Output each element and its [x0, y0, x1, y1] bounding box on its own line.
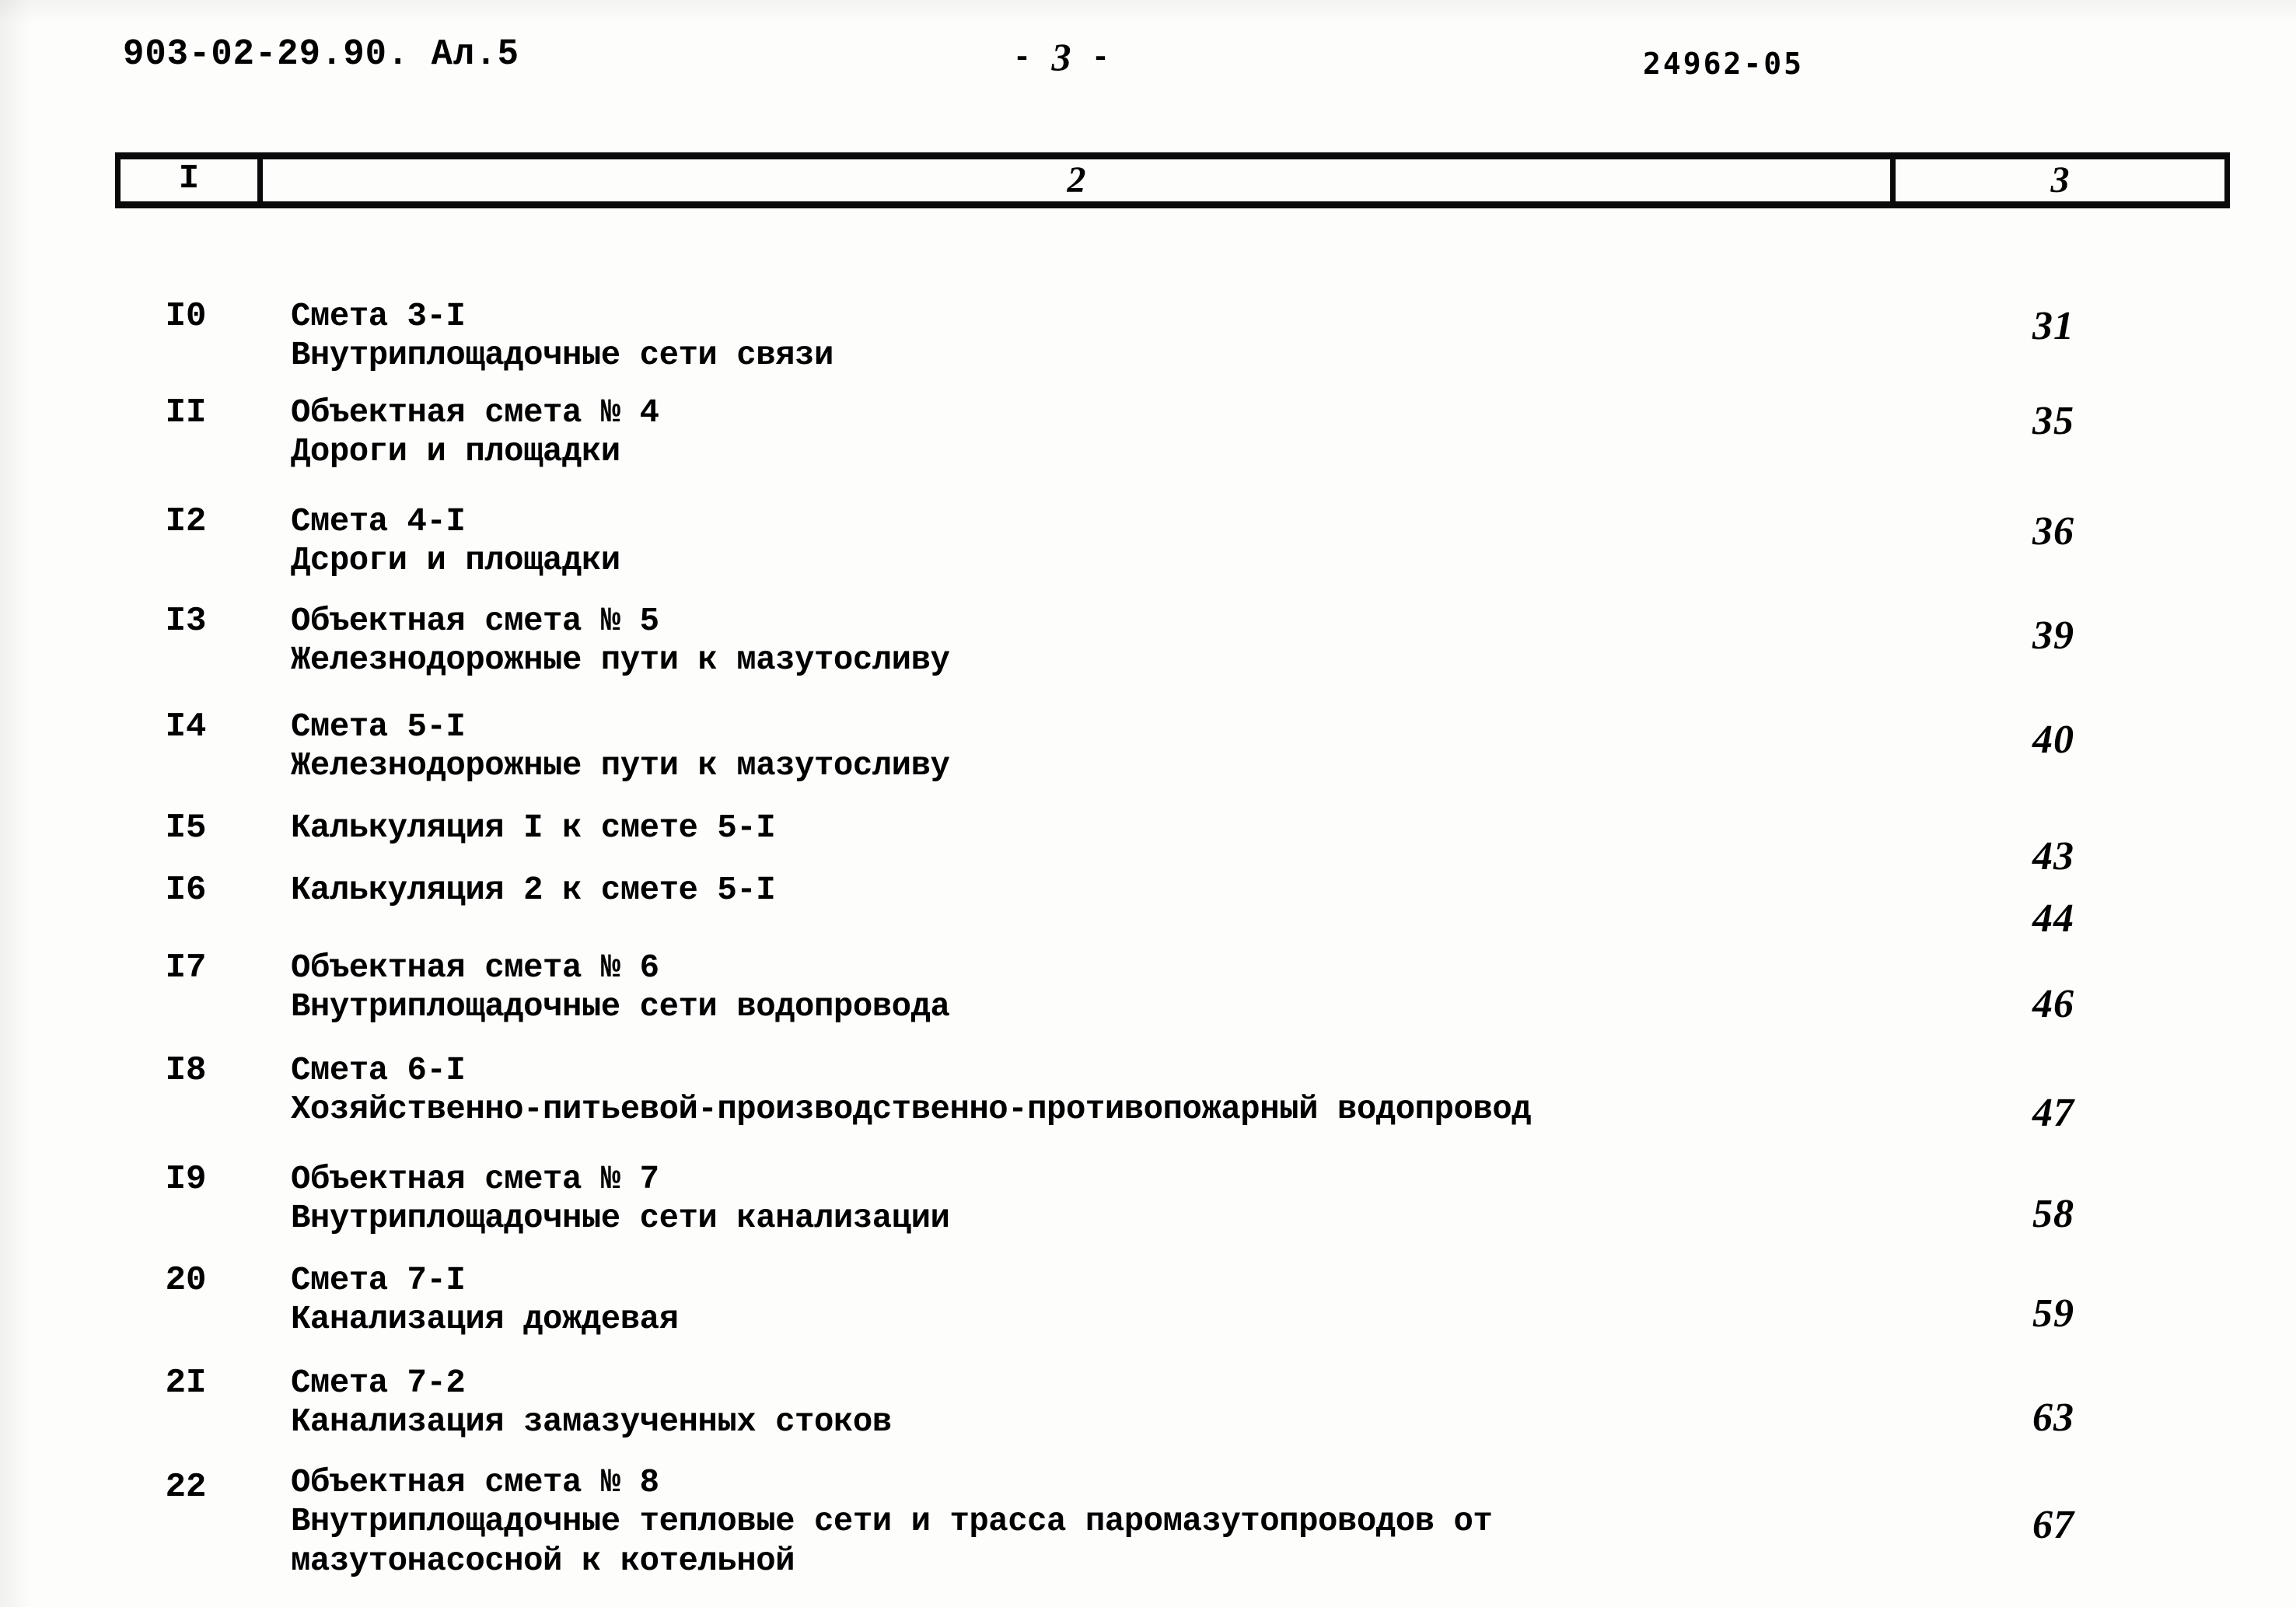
row-description-line: Объектная смета № 8	[291, 1463, 659, 1501]
row-page-number-cell: 44	[2032, 896, 2074, 941]
row-index-cell: 2I	[165, 1364, 207, 1403]
row-description-line: Внутриплощадочные сети связи	[291, 336, 833, 375]
row-description-cell: Смета 7-2 Канализация замазученных стоков	[291, 1364, 1868, 1442]
column-header-1: I	[121, 159, 257, 201]
row-description-line: Железнодорожные пути к мазутосливу	[291, 641, 950, 679]
row-page-number-cell: 58	[2032, 1192, 2074, 1236]
row-description-cell: Смета 3-I Внутриплощадочные сети связи	[291, 297, 1868, 376]
document-page: 903-02-29.90. Ал.5 -3- 24962-05 I 2 3 I0…	[0, 0, 2296, 1607]
row-description-line: Объектная смета № 5	[291, 602, 659, 640]
row-page-number-cell: 63	[2032, 1396, 2074, 1440]
row-description-line: Хозяйственно-питьевой-производственно-пр…	[291, 1090, 1532, 1129]
page-number: 3	[1051, 35, 1071, 79]
table-header-row: I 2 3	[115, 152, 2230, 208]
row-page-number-cell: 47	[2032, 1091, 2074, 1135]
row-description-line: Смета 7-2	[291, 1364, 466, 1402]
row-description-cell: Объектная смета № 6 Внутриплощадочные сет…	[291, 948, 1868, 1027]
row-index-cell: I0	[165, 297, 207, 336]
row-description-line: Смета 3-I	[291, 297, 466, 335]
row-description-line: Внутриплощадочные сети водопровода	[291, 987, 950, 1026]
row-description-cell: Калькуляция I к смете 5-I	[291, 809, 1868, 847]
row-description-cell: Объектная смета № 4 Дороги и площадки	[291, 393, 1868, 472]
page-header: 903-02-29.90. Ал.5 -3- 24962-05	[0, 30, 2296, 87]
row-description-line: Калькуляция I к смете 5-I	[291, 809, 776, 847]
row-index-cell: 22	[165, 1468, 207, 1507]
row-description-line: Железнодорожные пути к мазутосливу	[291, 746, 950, 785]
row-page-number-cell: 39	[2032, 613, 2074, 658]
row-page-number-cell: 35	[2032, 399, 2074, 443]
row-index-cell: I5	[165, 809, 207, 847]
row-description-line: Внутриплощадочные сети канализации	[291, 1199, 950, 1238]
row-description-cell: Объектная смета № 7 Внутриплощадочные сет…	[291, 1160, 1868, 1238]
row-description-line: Смета 6-I	[291, 1051, 466, 1089]
row-description-line: Объектная смета № 7	[291, 1160, 659, 1198]
row-index-cell: I3	[165, 602, 207, 641]
row-page-number-cell: 46	[2032, 982, 2074, 1026]
row-description-line: Калькуляция 2 к смете 5-I	[291, 871, 776, 909]
row-description-line: Смета 5-I	[291, 707, 466, 746]
page-marker-dash-left: -	[1012, 41, 1032, 77]
column-divider-1	[257, 159, 263, 202]
page-marker-dash-right: -	[1091, 41, 1110, 77]
row-index-cell: I9	[165, 1160, 207, 1199]
column-header-1-label: I	[178, 159, 200, 198]
row-index-cell: I4	[165, 707, 207, 746]
row-description-line: Смета 7-I	[291, 1261, 466, 1299]
contents-table: I 2 3 I0 Смета 3-I Внутриплощадочные сети …	[115, 152, 2230, 1580]
row-index-cell: I2	[165, 502, 207, 541]
page-number-marker: -3-	[945, 34, 1178, 79]
row-page-number-cell: 59	[2032, 1291, 2074, 1336]
row-page-number-cell: 43	[2032, 834, 2074, 879]
row-description-cell: Смета 6-I Хозяйственно-питьевой-производс…	[291, 1051, 1868, 1130]
row-index-cell: I6	[165, 871, 207, 910]
row-index-cell: II	[165, 393, 207, 432]
row-page-number-cell: 40	[2032, 718, 2074, 762]
row-description-cell: Смета 7-I Канализация дождевая	[291, 1261, 1868, 1340]
column-header-2: 2	[263, 159, 1890, 201]
row-description-line: Внутриплощадочные тепловые сети и трасса…	[291, 1502, 1493, 1580]
archive-stamp-number: 24962-05	[1643, 47, 1805, 81]
row-description-cell: Объектная смета № 5 Железнодорожные пути …	[291, 602, 1868, 680]
column-header-3-label: 3	[2050, 159, 2070, 201]
row-description-line: Дсроги и площадки	[291, 541, 620, 580]
row-description-cell: Смета 5-I Железнодорожные пути к мазутосл…	[291, 707, 1868, 786]
row-description-cell: Объектная смета № 8 Внутриплощадочные теп…	[291, 1463, 1700, 1581]
row-page-number-cell: 67	[2032, 1503, 2074, 1547]
row-index-cell: I8	[165, 1051, 207, 1090]
row-index-cell: 20	[165, 1261, 207, 1300]
row-index-cell: I7	[165, 948, 207, 987]
column-header-2-label: 2	[1067, 159, 1086, 201]
row-description-line: Смета 4-I	[291, 502, 466, 540]
row-description-line: Объектная смета № 4	[291, 393, 659, 431]
row-description-line: Канализация дождевая	[291, 1300, 679, 1339]
column-header-3: 3	[1896, 159, 2224, 201]
document-code: 903-02-29.90. Ал.5	[123, 34, 519, 75]
column-divider-2	[1890, 159, 1896, 202]
row-page-number-cell: 36	[2032, 509, 2074, 554]
row-description-cell: Смета 4-I Дсроги и площадки	[291, 502, 1868, 581]
row-description-line: Объектная смета № 6	[291, 948, 659, 987]
row-description-line: Дороги и площадки	[291, 432, 620, 471]
row-description-cell: Калькуляция 2 к смете 5-I	[291, 871, 1868, 910]
row-description-line: Канализация замазученных стоков	[291, 1403, 892, 1441]
row-page-number-cell: 31	[2032, 304, 2074, 348]
